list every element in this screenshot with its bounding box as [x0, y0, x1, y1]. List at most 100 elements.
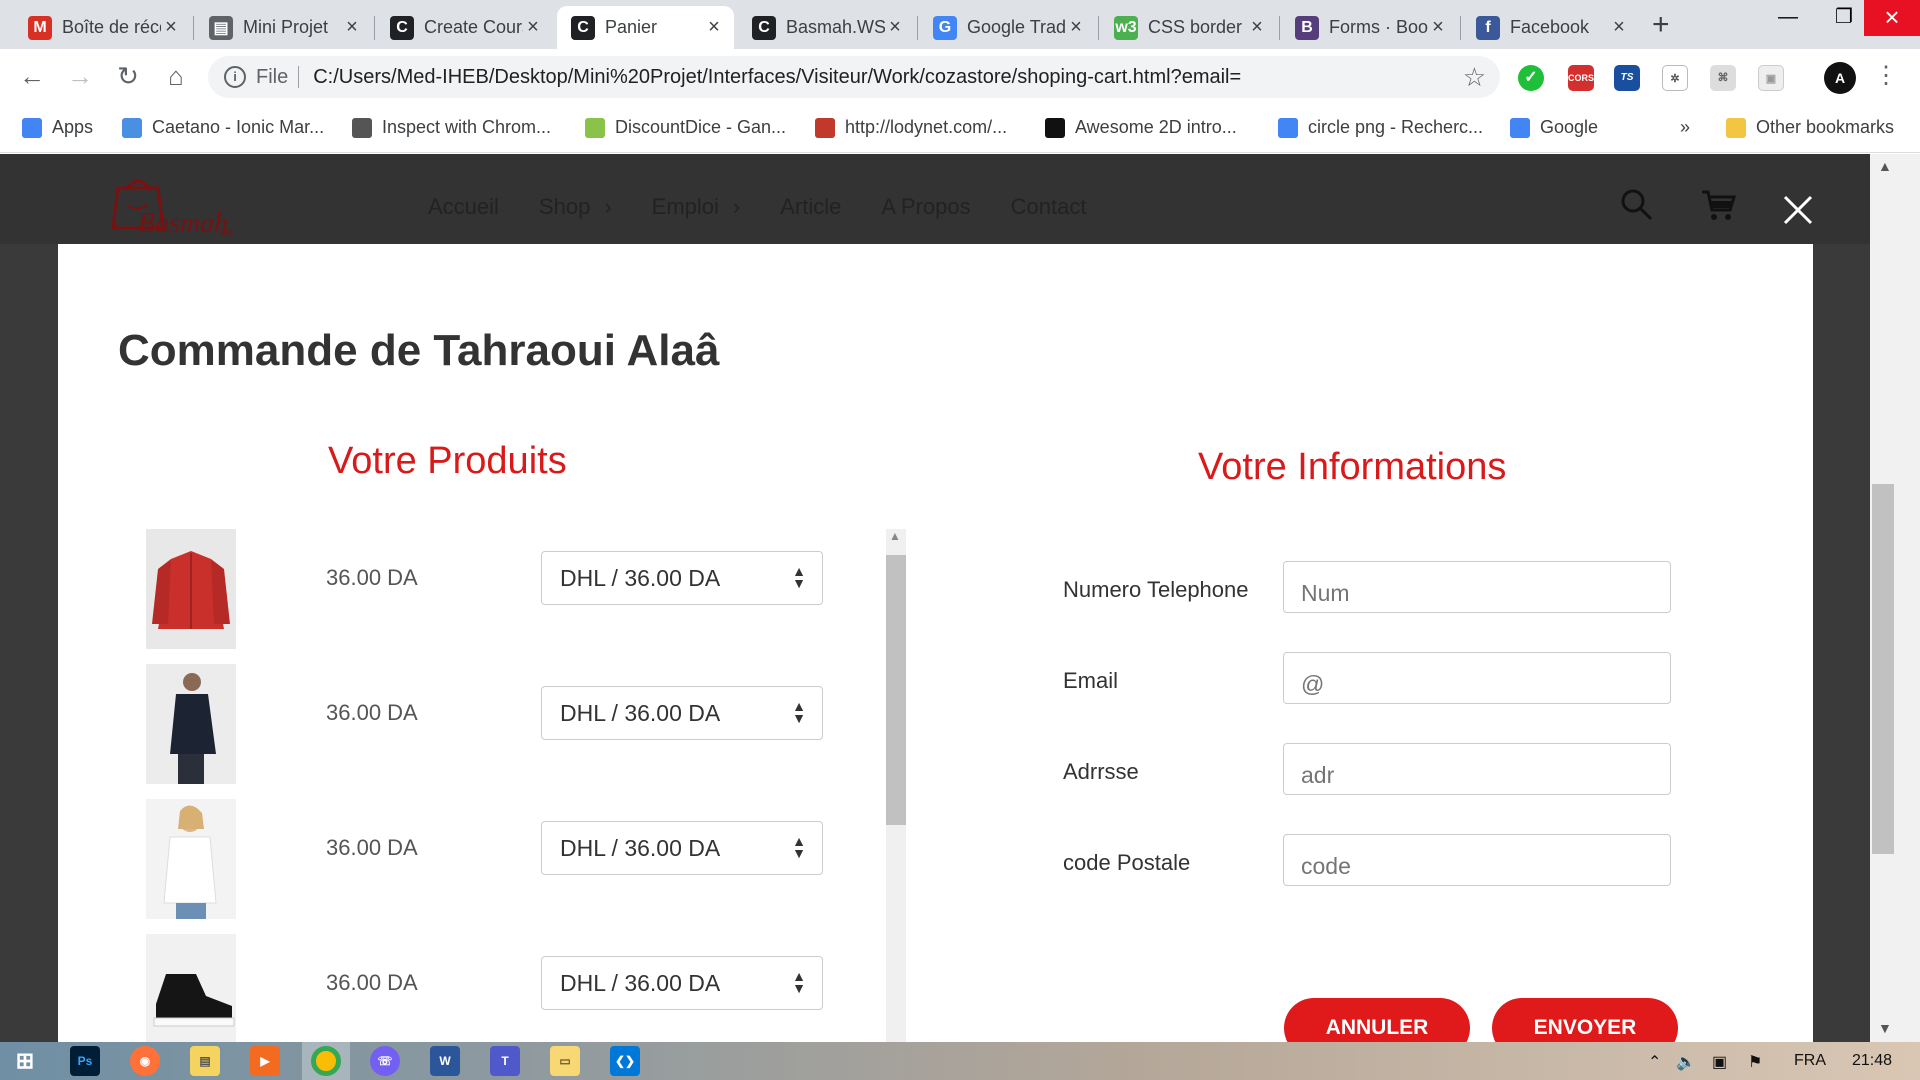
bookmark-item[interactable]: Google	[1510, 117, 1598, 138]
nav-item-contact[interactable]: Contact	[1011, 194, 1087, 220]
product-list-scrollbar[interactable]: ▲	[886, 529, 906, 1042]
bookmark-item[interactable]: DiscountDice - Gan...	[585, 117, 786, 138]
scroll-up-icon[interactable]: ▲	[889, 529, 901, 543]
address-input[interactable]	[1283, 743, 1671, 795]
home-icon[interactable]: ⌂	[160, 61, 192, 92]
shipping-select-value: DHL / 36.00 DA	[560, 565, 721, 591]
address-bar[interactable]: i File C:/Users/Med-IHEB/Desktop/Mini%20…	[208, 56, 1500, 98]
shipping-select[interactable]: DHL / 36.00 DA ▲ ▼	[541, 686, 823, 740]
tab-close-icon[interactable]: ×	[523, 16, 543, 39]
bookmark-label: DiscountDice - Gan...	[615, 117, 787, 137]
teams-icon[interactable]: T	[490, 1046, 520, 1076]
back-arrow-icon[interactable]: ←	[16, 61, 48, 92]
forward-arrow-icon[interactable]: →	[64, 61, 96, 92]
tab-close-icon[interactable]: ×	[1066, 16, 1086, 39]
select-arrows-icon: ▲ ▼	[792, 968, 806, 996]
shipping-select[interactable]: DHL / 36.00 DA ▲ ▼	[541, 821, 823, 875]
close-window-button[interactable]: ×	[1864, 0, 1920, 36]
new-tab-button[interactable]: +	[1652, 8, 1670, 42]
tab-codepen-c[interactable]: C Basmah.WS ×	[738, 6, 915, 49]
bookmark-star-icon[interactable]: ☆	[1463, 62, 1486, 93]
tab-gmail[interactable]: M Boîte de réception×	[14, 6, 191, 49]
bookmark-item[interactable]: Apps	[22, 117, 93, 138]
site-info-icon[interactable]: i	[224, 66, 246, 88]
minimize-window-button[interactable]: —	[1760, 0, 1816, 36]
action-center-icon[interactable]: ⚑	[1748, 1052, 1762, 1072]
nav-item-accueil[interactable]: Accueil	[428, 194, 499, 220]
viber-icon[interactable]: ☏	[370, 1046, 400, 1076]
other-bookmarks-folder[interactable]: Other bookmarks	[1726, 117, 1894, 138]
file-icon[interactable]: ▤	[190, 1046, 220, 1076]
tray-expand-icon[interactable]: ⌃	[1648, 1052, 1661, 1072]
bookmarks-overflow-button[interactable]: »	[1680, 117, 1690, 138]
postal-code-label: code Postale	[1063, 850, 1191, 875]
tab-close-icon[interactable]: ×	[1609, 16, 1629, 39]
scroll-up-icon[interactable]: ▲	[1878, 158, 1892, 174]
file-explorer-icon[interactable]: ▭	[550, 1046, 580, 1076]
firefox-icon[interactable]: ◉	[130, 1046, 160, 1076]
bookmark-item[interactable]: circle png - Recherc...	[1278, 117, 1483, 138]
settings-extension-icon[interactable]: ✲	[1662, 65, 1688, 91]
scroll-down-icon[interactable]: ▼	[1878, 1020, 1892, 1036]
shipping-select[interactable]: DHL / 36.00 DA ▲ ▼	[541, 956, 823, 1010]
cart-icon[interactable]	[1700, 188, 1736, 222]
language-indicator[interactable]: FRA	[1794, 1052, 1826, 1070]
basmah-logo[interactable]: Basmah WS	[88, 168, 238, 238]
bookmark-item[interactable]: http://lodynet.com/...	[815, 117, 1007, 138]
codepen-c-icon: C	[752, 15, 776, 40]
tab-close-icon[interactable]: ×	[1247, 16, 1267, 39]
photoshop-icon[interactable]: Ps	[70, 1046, 100, 1076]
tab-document[interactable]: ▤ Mini Projet ×	[195, 6, 372, 49]
product-image-white-shirt	[146, 799, 236, 919]
close-modal-icon[interactable]	[1782, 194, 1814, 226]
network-icon[interactable]: ▣	[1712, 1052, 1727, 1072]
reload-icon[interactable]: ↻	[112, 61, 144, 92]
check-extension-icon[interactable]: ✓	[1518, 65, 1544, 91]
nav-item-article[interactable]: Article	[780, 194, 841, 220]
profile-avatar-icon[interactable]: A	[1824, 62, 1856, 94]
volume-icon[interactable]: 🔈	[1676, 1052, 1696, 1072]
bookmark-item[interactable]: Inspect with Chrom...	[352, 117, 551, 138]
page-scrollbar-thumb[interactable]	[1872, 484, 1894, 854]
tab-close-icon[interactable]: ×	[885, 16, 905, 39]
tab-facebook[interactable]: f Facebook ×	[1462, 6, 1639, 49]
bookmark-item[interactable]: Caetano - Ionic Mar...	[122, 117, 324, 138]
url-text[interactable]: C:/Users/Med-IHEB/Desktop/Mini%20Projet/…	[313, 66, 1241, 89]
menu-kebab-icon[interactable]: ⋮	[1870, 61, 1902, 90]
cors-extension-icon[interactable]: CORS	[1568, 65, 1594, 91]
chrome-icon[interactable]	[311, 1046, 341, 1076]
search-icon[interactable]	[1620, 188, 1654, 222]
word-icon[interactable]: W	[430, 1046, 460, 1076]
tab-close-icon[interactable]: ×	[342, 16, 362, 39]
vscode-icon[interactable]: ❮❯	[610, 1046, 640, 1076]
bookmark-favicon-icon	[1510, 117, 1530, 138]
pocket-extension-icon[interactable]: ▣	[1758, 65, 1784, 91]
tab-close-icon[interactable]: ×	[1428, 16, 1448, 39]
media-player-icon[interactable]: ▶	[250, 1046, 280, 1076]
tab-close-icon[interactable]: ×	[161, 16, 181, 39]
tab-w3schools[interactable]: w3 CSS border ×	[1100, 6, 1277, 49]
windows-start-icon[interactable]: ⊞	[10, 1046, 40, 1076]
bookmark-item[interactable]: Awesome 2D intro...	[1045, 117, 1237, 138]
page-scrollbar[interactable]: ▲ ▼	[1870, 154, 1920, 1042]
nav-item-emploi[interactable]: Emploi ›	[652, 194, 741, 220]
tab-close-icon[interactable]: ×	[704, 16, 724, 39]
email-input[interactable]	[1283, 652, 1671, 704]
nav-item-a-propos[interactable]: A Propos	[881, 194, 970, 220]
tab-codepen-c[interactable]: C Create Course×	[376, 6, 553, 49]
product-list[interactable]: 36.00 DA DHL / 36.00 DA ▲ ▼ 36.00 DA DHL /…	[146, 529, 911, 1042]
tab-bootstrap[interactable]: B Forms · Bootstrap×	[1281, 6, 1458, 49]
send-button[interactable]: ENVOYER	[1492, 998, 1678, 1042]
cancel-button[interactable]: ANNULER	[1284, 998, 1470, 1042]
phone-input[interactable]	[1283, 561, 1671, 613]
nav-item-shop[interactable]: Shop ›	[539, 194, 612, 220]
pdf-extension-icon[interactable]: ⌘	[1710, 65, 1736, 91]
tab-codepen-c[interactable]: C Panier ×	[557, 6, 734, 49]
ts-extension-icon[interactable]: TS	[1614, 65, 1640, 91]
clock[interactable]: 21:48	[1852, 1052, 1892, 1070]
shipping-select[interactable]: DHL / 36.00 DA ▲ ▼	[541, 551, 823, 605]
postal-code-input[interactable]	[1283, 834, 1671, 886]
scrollbar-thumb[interactable]	[886, 555, 906, 825]
tab-google-translate[interactable]: G Google Traduction×	[919, 6, 1096, 49]
tab-separator	[917, 16, 918, 40]
